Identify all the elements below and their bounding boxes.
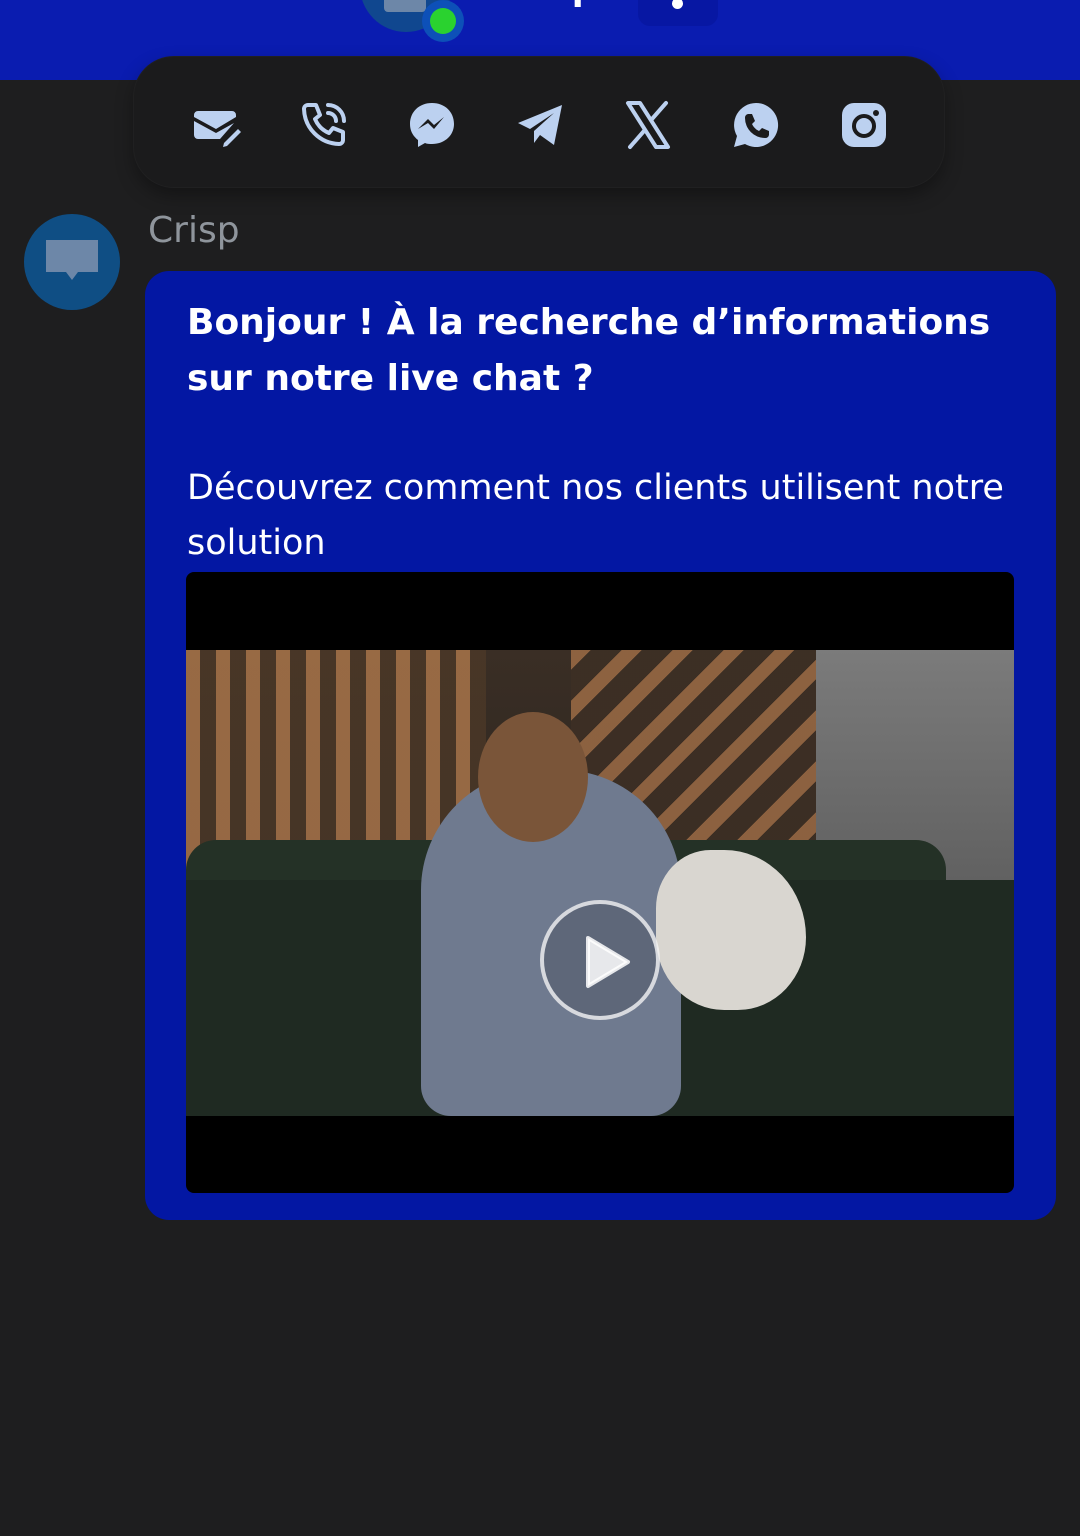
header-menu-button[interactable] [638,0,718,26]
phone-icon [302,103,346,146]
channels-bar [134,57,944,187]
message-greeting: Bonjour ! À la recherche d’informations … [187,302,991,399]
message-body: Découvrez comment nos clients utilisent … [187,468,1004,563]
whatsapp-channel-button[interactable] [726,95,786,155]
email-icon [194,111,241,147]
email-channel-button[interactable] [186,95,246,155]
messenger-icon [410,103,454,147]
chat-bubble-icon [46,240,98,280]
messenger-channel-button[interactable] [402,95,462,155]
play-button[interactable] [540,900,660,1020]
online-status-indicator [422,0,464,42]
message-bubble: Bonjour ! À la recherche d’informations … [145,271,1056,1220]
instagram-channel-button[interactable] [834,95,894,155]
x-icon [626,101,670,149]
x-channel-button[interactable] [618,95,678,155]
chat-bubble-icon [384,0,426,12]
whatsapp-icon [734,102,779,147]
instagram-icon [842,103,886,147]
video-person-head [478,712,588,842]
telegram-channel-button[interactable] [510,95,570,155]
header-title: Crisp [486,0,598,8]
video-player[interactable] [186,572,1014,1193]
operator-avatar [24,214,120,310]
video-thumbnail [186,650,1014,1116]
phone-channel-button[interactable] [294,95,354,155]
telegram-icon [518,105,562,145]
sender-name: Crisp [148,210,240,251]
play-icon [586,936,630,988]
